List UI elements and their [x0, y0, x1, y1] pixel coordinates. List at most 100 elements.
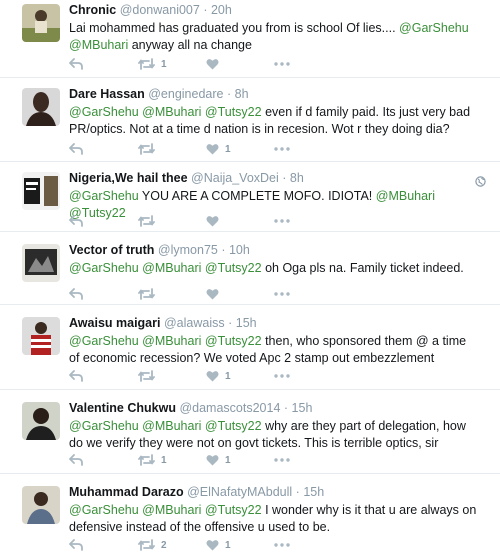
- mention-link[interactable]: @Tutsy22: [205, 105, 262, 119]
- retweet-button[interactable]: [138, 288, 206, 300]
- mention-link[interactable]: @GarShehu: [69, 105, 139, 119]
- mention-link[interactable]: @Tutsy22: [205, 503, 262, 517]
- author-handle[interactable]: @ElNafatyMAbdull: [187, 485, 292, 499]
- retweet-button[interactable]: [138, 143, 206, 155]
- avatar[interactable]: [22, 88, 60, 126]
- author-name[interactable]: Valentine Chukwu: [69, 401, 176, 415]
- reply-button[interactable]: [69, 454, 138, 466]
- retweet-icon: [138, 215, 155, 227]
- like-button[interactable]: 1: [206, 454, 274, 466]
- reply-button[interactable]: [69, 288, 138, 300]
- like-button[interactable]: [206, 288, 274, 300]
- author-name[interactable]: Vector of truth: [69, 243, 154, 257]
- reply-button[interactable]: [69, 143, 138, 155]
- mention-link[interactable]: @MBuhari: [142, 261, 201, 275]
- tweet-header: Dare Hassan @enginedare · 8h: [69, 87, 486, 102]
- more-button[interactable]: [274, 147, 294, 151]
- author-handle[interactable]: @alawaiss: [164, 316, 225, 330]
- mention-link[interactable]: @GarShehu: [69, 261, 139, 275]
- retweet-icon: [138, 370, 155, 382]
- retweet-button[interactable]: 1: [138, 454, 206, 466]
- like-button[interactable]: 1: [206, 539, 274, 551]
- retweet-icon: [138, 539, 155, 551]
- mention-link[interactable]: @MBuhari: [142, 334, 201, 348]
- reply-icon: [69, 58, 83, 70]
- author-handle[interactable]: @damascots2014: [179, 401, 280, 415]
- author-handle[interactable]: @Naija_VoxDei: [191, 171, 279, 185]
- mention-link[interactable]: @MBuhari: [142, 419, 201, 433]
- timestamp[interactable]: 15h: [292, 401, 313, 415]
- more-icon: [274, 458, 290, 462]
- avatar[interactable]: [22, 172, 60, 210]
- avatar[interactable]: [22, 486, 60, 524]
- mention-link[interactable]: @MBuhari: [142, 105, 201, 119]
- retweet-button[interactable]: [138, 215, 206, 227]
- reply-icon: [69, 454, 83, 466]
- like-count: 1: [225, 143, 231, 155]
- retweet-icon: [138, 143, 155, 155]
- timestamp[interactable]: 8h: [290, 171, 304, 185]
- timestamp[interactable]: 15h: [236, 316, 257, 330]
- like-button[interactable]: 1: [206, 370, 274, 382]
- mention-link[interactable]: @Tutsy22: [205, 419, 262, 433]
- more-button[interactable]: [274, 458, 294, 462]
- like-count: 1: [225, 454, 231, 466]
- like-button[interactable]: [206, 215, 274, 227]
- avatar[interactable]: [22, 402, 60, 440]
- more-button[interactable]: [274, 292, 294, 296]
- timestamp[interactable]: 20h: [211, 3, 232, 17]
- more-button[interactable]: [274, 543, 294, 547]
- more-icon: [274, 147, 290, 151]
- author-handle[interactable]: @enginedare: [148, 87, 223, 101]
- timestamp[interactable]: 10h: [229, 243, 250, 257]
- mention-link[interactable]: @GarShehu: [69, 419, 139, 433]
- reply-button[interactable]: [69, 539, 138, 551]
- more-button[interactable]: [274, 219, 294, 223]
- tweet-text: @GarShehu @MBuhari @Tutsy22 oh Oga pls n…: [69, 260, 479, 277]
- mention-link[interactable]: @Tutsy22: [205, 261, 262, 275]
- tweet-actions: 1: [69, 369, 294, 383]
- mention-link[interactable]: @MBuhari: [142, 503, 201, 517]
- tweet-actions: 1: [69, 142, 294, 156]
- like-button[interactable]: [206, 58, 274, 70]
- author-handle[interactable]: @lymon75: [158, 243, 218, 257]
- reply-icon: [69, 539, 83, 551]
- avatar[interactable]: [22, 317, 60, 355]
- mention-link[interactable]: @Tutsy22: [205, 334, 262, 348]
- separator: ·: [282, 171, 287, 185]
- author-name[interactable]: Awaisu maigari: [69, 316, 160, 330]
- more-button[interactable]: [274, 62, 294, 66]
- author-name[interactable]: Dare Hassan: [69, 87, 145, 101]
- retweet-count: 2: [161, 539, 167, 551]
- mention-link[interactable]: @GarShehu: [69, 334, 139, 348]
- author-handle[interactable]: @donwani007: [120, 3, 200, 17]
- reply-button[interactable]: [69, 58, 138, 70]
- avatar[interactable]: [22, 4, 60, 42]
- reply-button[interactable]: [69, 215, 138, 227]
- retweet-button[interactable]: 1: [138, 58, 206, 70]
- tweet-text-segment: anyway all na change: [128, 38, 252, 52]
- author-name[interactable]: Chronic: [69, 3, 116, 17]
- globe-icon[interactable]: [475, 174, 486, 192]
- tweet: Muhammad Darazo @ElNafatyMAbdull · 15h @…: [0, 474, 500, 559]
- tweet: Vector of truth @lymon75 · 10h @GarShehu…: [0, 232, 500, 305]
- retweet-button[interactable]: [138, 370, 206, 382]
- author-name[interactable]: Nigeria,We hail thee: [69, 171, 188, 185]
- mention-link[interactable]: @MBuhari: [376, 189, 435, 203]
- mention-link[interactable]: @GarShehu: [69, 189, 139, 203]
- more-icon: [274, 62, 290, 66]
- mention-link[interactable]: @MBuhari: [69, 38, 128, 52]
- mention-link[interactable]: @GarShehu: [399, 21, 469, 35]
- author-name[interactable]: Muhammad Darazo: [69, 485, 184, 499]
- heart-icon: [206, 143, 219, 155]
- timestamp[interactable]: 8h: [235, 87, 249, 101]
- timestamp[interactable]: 15h: [303, 485, 324, 499]
- tweet-header: Muhammad Darazo @ElNafatyMAbdull · 15h: [69, 485, 486, 500]
- more-icon: [274, 219, 290, 223]
- mention-link[interactable]: @GarShehu: [69, 503, 139, 517]
- retweet-button[interactable]: 2: [138, 539, 206, 551]
- reply-button[interactable]: [69, 370, 138, 382]
- more-button[interactable]: [274, 374, 294, 378]
- like-button[interactable]: 1: [206, 143, 274, 155]
- avatar[interactable]: [22, 244, 60, 282]
